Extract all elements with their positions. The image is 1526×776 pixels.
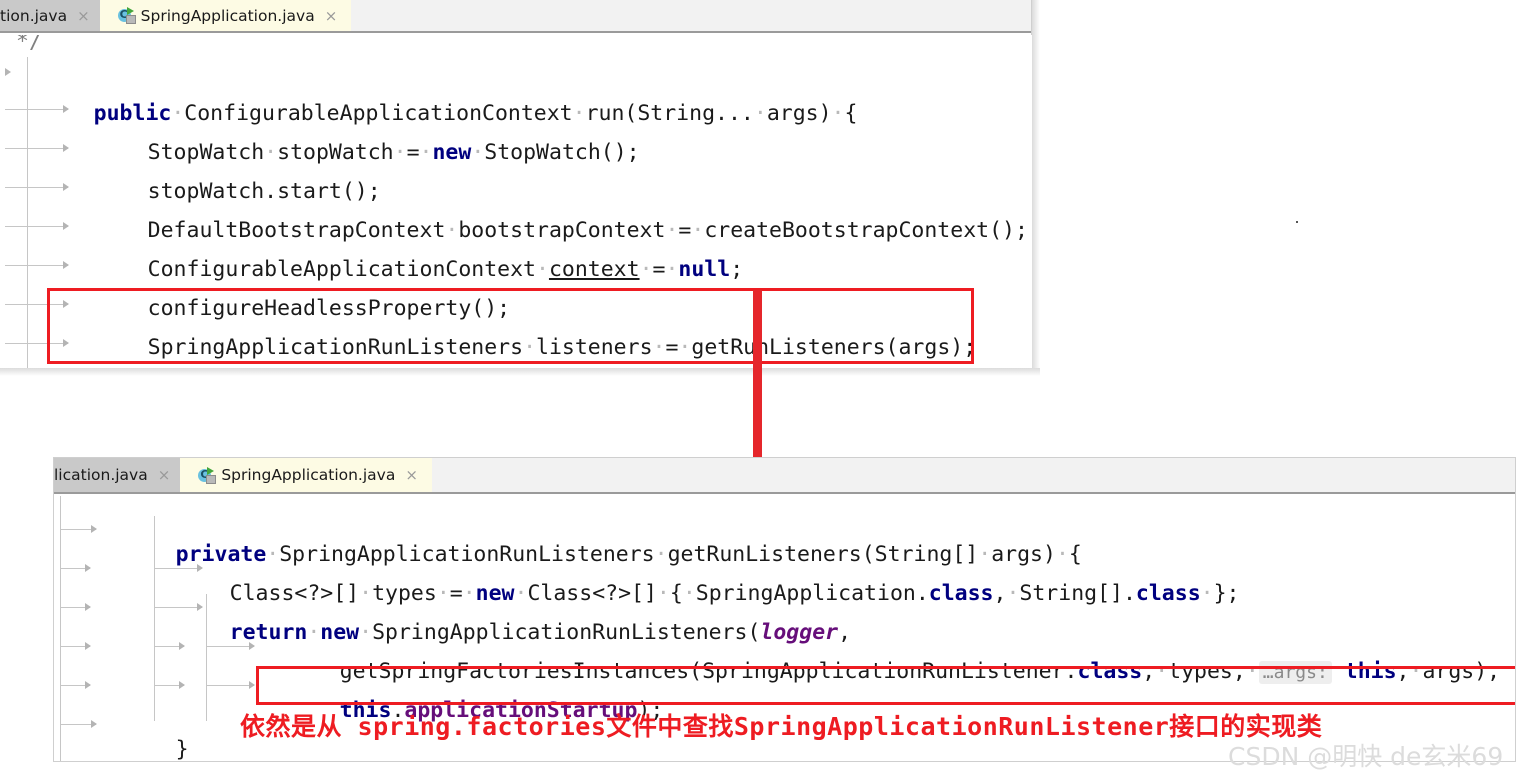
code-line: */ [0, 35, 1032, 55]
java-class-icon: C [117, 7, 136, 24]
code-line: configureHeadlessProperty(); [0, 250, 1032, 321]
code-line: Class<?>[]·types·=·new·Class<?>[]·{·Spri… [54, 535, 1515, 606]
tab-label: SpringApplication.java [140, 6, 315, 25]
top-editor-shadow-right [1032, 0, 1040, 368]
tabbar-empty-space [351, 0, 1031, 31]
artifact-dot [1296, 221, 1298, 223]
tab-label: tion.java [0, 6, 68, 25]
annotation-text: 依然是从 spring.factories文件中查找SpringApplicat… [240, 712, 1323, 741]
tab-label: SpringApplication.java [221, 466, 396, 484]
bottom-editor-tabbar: lication.java × C SpringApplication.java… [54, 458, 1515, 494]
top-editor-shadow-bottom [0, 368, 1040, 376]
code-line: ConfigurableApplicationContext·context·=… [0, 211, 1032, 282]
top-editor-code[interactable]: */ public·ConfigurableApplicationContext… [0, 35, 1032, 368]
close-icon[interactable]: × [405, 466, 418, 484]
tab-springapplication-java[interactable]: C SpringApplication.java × [99, 0, 352, 31]
tab-lication-java[interactable]: lication.java × [54, 458, 181, 492]
code-line: stopWatch.start(); [0, 133, 1032, 204]
code-line: public·ConfigurableApplicationContext·ru… [0, 55, 1032, 126]
code-line: this.applicationStartup); [54, 652, 1515, 723]
java-class-icon: C [198, 466, 217, 484]
code-line-highlighted: listeners.starting(bootstrapContext,·thi… [0, 328, 1032, 367]
close-icon[interactable]: × [158, 466, 171, 484]
code-line: DefaultBootstrapContext·bootstrapContext… [0, 172, 1032, 243]
top-editor-tabbar: tion.java × C SpringApplication.java × [0, 0, 1031, 33]
tabbar-empty-space [431, 458, 1515, 492]
code-line: StopWatch·stopWatch·=·new·StopWatch(); [0, 94, 1032, 165]
code-line: private·SpringApplicationRunListeners·ge… [54, 496, 1515, 567]
close-icon[interactable]: × [325, 7, 338, 25]
code-token: } [175, 737, 189, 761]
code-token: */ [16, 35, 42, 54]
top-editor-window: tion.java × C SpringApplication.java × *… [0, 0, 1032, 368]
code-line-highlighted: getSpringFactoriesInstances(SpringApplic… [54, 613, 1515, 684]
tab-label: lication.java [54, 466, 148, 484]
code-line: return·new·SpringApplicationRunListeners… [54, 574, 1515, 645]
close-icon[interactable]: × [77, 7, 90, 25]
code-line-highlighted: SpringApplicationRunListeners·listeners·… [0, 289, 1032, 360]
tab-tion-java[interactable]: tion.java × [0, 0, 100, 31]
tab-springapplication-java[interactable]: C SpringApplication.java × [180, 458, 432, 492]
csdn-watermark: CSDN @明快 de玄米69 [1228, 742, 1504, 771]
